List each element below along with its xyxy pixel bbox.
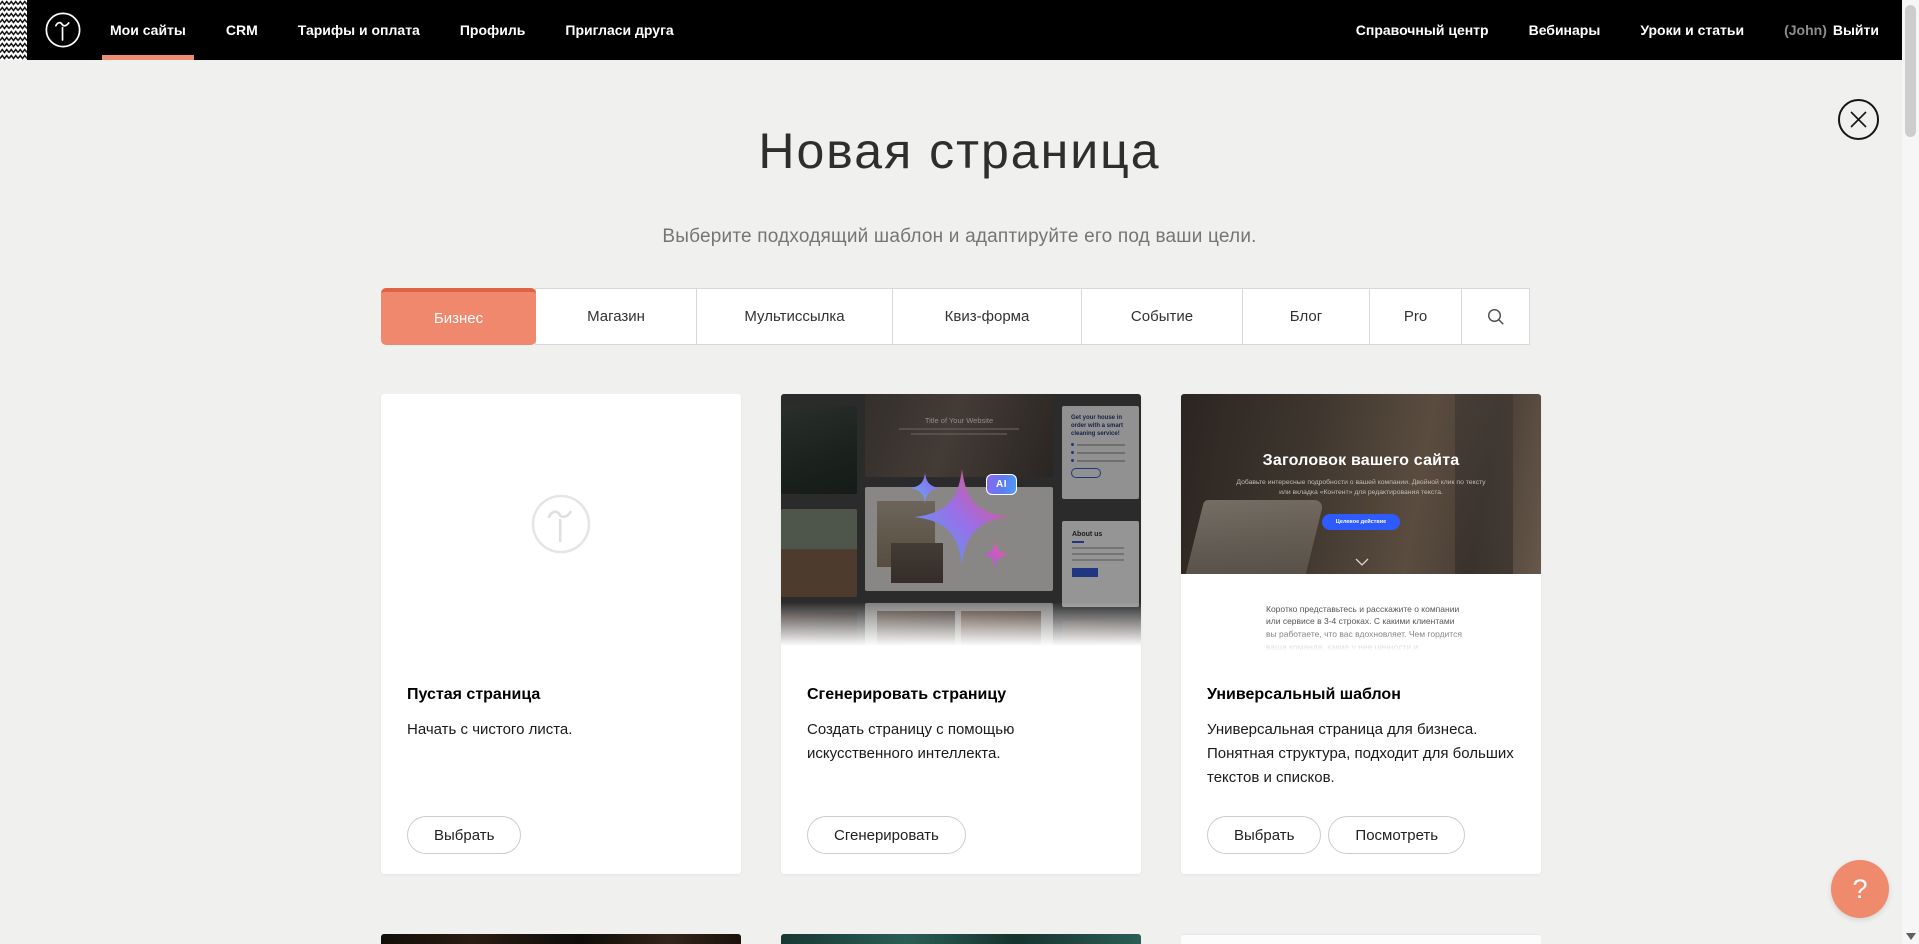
card-description: Создать страницу с помощью искусственног…	[807, 718, 1115, 766]
template-cta-button: Целевое действие	[1322, 514, 1400, 530]
nav-item-help-center[interactable]: Справочный центр	[1350, 0, 1495, 60]
template-hero: Заголовок вашего сайта Добавьте интересн…	[1181, 394, 1541, 574]
blank-page-preview	[381, 394, 741, 654]
card-title: Пустая страница	[407, 686, 715, 704]
ai-badge: AI	[986, 474, 1017, 495]
nav-item-crm[interactable]: CRM	[220, 0, 264, 60]
sparkle-small-icon	[981, 540, 1010, 569]
tilda-logo-icon[interactable]	[44, 11, 82, 49]
nav-item-webinars[interactable]: Вебинары	[1523, 0, 1607, 60]
bottom-fade	[1181, 628, 1541, 654]
scrollbar[interactable]	[1902, 0, 1919, 944]
nav-item-invite-friend[interactable]: Пригласи друга	[559, 0, 679, 60]
generate-button[interactable]: Сгенерировать	[807, 816, 966, 854]
tab-store[interactable]: Магазин	[535, 288, 697, 345]
view-button[interactable]: Посмотреть	[1328, 816, 1465, 854]
tab-quiz-form[interactable]: Квиз-форма	[892, 288, 1082, 345]
choose-button[interactable]: Выбрать	[1207, 816, 1321, 854]
card-universal-template[interactable]: Заголовок вашего сайта Добавьте интересн…	[1181, 394, 1541, 874]
tab-pro[interactable]: Pro	[1369, 288, 1462, 345]
next-row-card-preview[interactable]	[781, 934, 1141, 944]
card-blank-page[interactable]: Пустая страница Начать с чистого листа. …	[381, 394, 741, 874]
template-hero-title: Заголовок вашего сайта	[1181, 452, 1541, 470]
nav-item-lessons[interactable]: Уроки и статьи	[1634, 0, 1750, 60]
nav-item-logout[interactable]: (John) Выйти	[1778, 0, 1885, 60]
page-title: Новая страница	[0, 122, 1919, 180]
help-button[interactable]: ?	[1831, 860, 1889, 918]
tab-business[interactable]: Бизнес	[381, 288, 536, 345]
tab-blog[interactable]: Блог	[1242, 288, 1370, 345]
card-description: Начать с чистого листа.	[407, 718, 715, 742]
tab-event[interactable]: Событие	[1081, 288, 1243, 345]
chevron-down-icon	[1355, 558, 1369, 566]
template-grid: Пустая страница Начать с чистого листа. …	[381, 394, 1541, 874]
tilda-watermark-icon	[529, 492, 593, 556]
bottom-fade	[781, 602, 1141, 654]
scrollbar-thumb[interactable]	[1905, 5, 1916, 137]
card-generate-ai[interactable]: Title of Your Website Get your house in …	[781, 394, 1141, 874]
top-navbar: Мои сайты CRM Тарифы и оплата Профиль Пр…	[0, 0, 1919, 60]
tab-multilink[interactable]: Мультиссылка	[696, 288, 893, 345]
search-icon	[1487, 308, 1505, 326]
card-title: Сгенерировать страницу	[807, 686, 1115, 704]
scrollbar-down-arrow[interactable]	[1906, 933, 1916, 940]
page-subtitle: Выберите подходящий шаблон и адаптируйте…	[0, 226, 1919, 248]
template-category-tabs: Бизнес Магазин Мультиссылка Квиз-форма С…	[381, 288, 1530, 345]
tab-search[interactable]	[1461, 288, 1530, 345]
next-row-card-preview[interactable]	[1181, 934, 1541, 944]
sparkle-small-icon	[909, 472, 941, 504]
nav-item-my-sites[interactable]: Мои сайты	[104, 0, 192, 60]
card-description: Универсальная страница для бизнеса. Поня…	[1207, 718, 1515, 790]
next-row-card-preview[interactable]	[381, 934, 741, 944]
template-hero-subtitle: Добавьте интересные подробности о вашей …	[1236, 478, 1486, 498]
nav-item-tariffs[interactable]: Тарифы и оплата	[292, 0, 426, 60]
user-name: (John)	[1784, 22, 1827, 38]
universal-template-preview: Заголовок вашего сайта Добавьте интересн…	[1181, 394, 1541, 654]
logout-label: Выйти	[1833, 22, 1879, 38]
ai-collage-preview: Title of Your Website Get your house in …	[781, 394, 1141, 654]
navbar-right-menu: Справочный центр Вебинары Уроки и статьи…	[1350, 0, 1885, 60]
card-title: Универсальный шаблон	[1207, 686, 1515, 704]
zigzag-pattern-icon	[0, 0, 27, 60]
app-root: Мои сайты CRM Тарифы и оплата Профиль Пр…	[0, 0, 1919, 944]
choose-button[interactable]: Выбрать	[407, 816, 521, 854]
nav-item-profile[interactable]: Профиль	[454, 0, 532, 60]
navbar-left-menu: Мои сайты CRM Тарифы и оплата Профиль Пр…	[104, 0, 680, 60]
